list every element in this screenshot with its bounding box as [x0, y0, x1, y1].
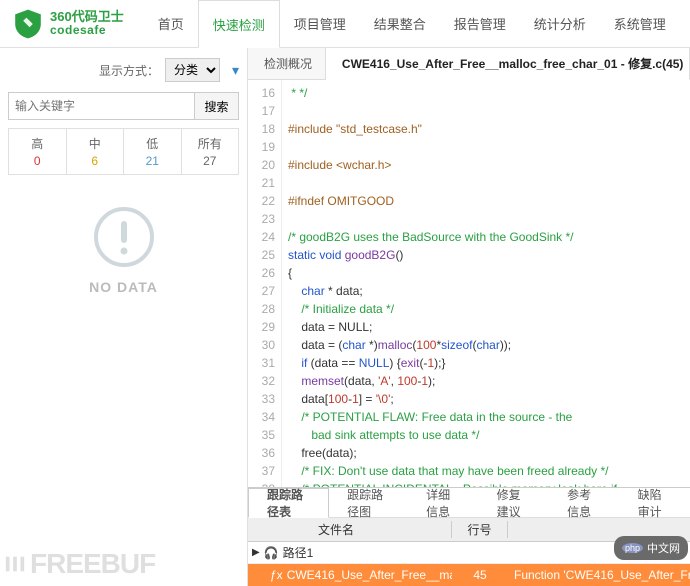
shield-logo-icon: [12, 8, 44, 40]
nav-quick-scan[interactable]: 快速检测: [198, 0, 280, 48]
fx-icon: ƒx: [270, 568, 283, 582]
search-input[interactable]: [8, 92, 195, 120]
no-data-panel: NO DATA: [8, 175, 239, 576]
nav-stats[interactable]: 统计分析: [520, 0, 600, 47]
th-line: 行号: [452, 521, 508, 538]
logo: 360代码卫士 codesafe: [0, 8, 136, 40]
logo-text-en: codesafe: [50, 24, 124, 37]
ltab-trace-graph[interactable]: 跟踪路径图: [329, 488, 408, 517]
stat-high[interactable]: 高0: [9, 129, 67, 174]
no-data-text: NO DATA: [89, 279, 158, 295]
collapse-icon[interactable]: ▶: [252, 547, 260, 558]
tab-overview[interactable]: 检测概况: [248, 48, 326, 79]
editor-tabs: 检测概况 CWE416_Use_After_Free__malloc_free_…: [248, 48, 690, 80]
main-nav: 首页 快速检测 项目管理 结果整合 报告管理 统计分析 系统管理: [144, 0, 680, 47]
tab-file[interactable]: CWE416_Use_After_Free__malloc_free_char_…: [326, 48, 690, 80]
stat-medium[interactable]: 中6: [67, 129, 125, 174]
ltab-trace-table[interactable]: 跟踪路径表: [248, 488, 329, 518]
stat-low[interactable]: 低21: [124, 129, 182, 174]
stat-all[interactable]: 所有27: [182, 129, 239, 174]
trace-file: CWE416_Use_After_Free__malloc_fre...: [287, 568, 452, 582]
display-mode-select[interactable]: 分类: [165, 58, 220, 82]
ltab-fix[interactable]: 修复建议: [479, 488, 549, 517]
path-icon: 🎧: [264, 546, 279, 560]
exclamation-icon: [92, 205, 156, 269]
ltab-ref[interactable]: 参考信息: [549, 488, 619, 517]
content-area: 检测概况 CWE416_Use_After_Free__malloc_free_…: [248, 48, 690, 586]
th-file: 文件名: [248, 521, 452, 538]
trace-func: Function 'CWE416_Use_After_Free__mall: [508, 568, 690, 582]
path-group-row[interactable]: ▶ 🎧 路径1: [248, 542, 690, 564]
severity-stats: 高0 中6 低21 所有27: [8, 128, 239, 175]
lower-tabs: 跟踪路径表 跟踪路径图 详细信息 修复建议 参考信息 缺陷审计: [248, 488, 690, 518]
trace-line: 45: [452, 568, 508, 582]
trace-row-selected[interactable]: ƒx CWE416_Use_After_Free__malloc_fre... 4…: [248, 564, 690, 586]
ltab-details[interactable]: 详细信息: [408, 488, 478, 517]
trace-table-header: 文件名 行号: [248, 518, 690, 542]
app-header: 360代码卫士 codesafe 首页 快速检测 项目管理 结果整合 报告管理 …: [0, 0, 690, 48]
nav-results[interactable]: 结果整合: [360, 0, 440, 47]
display-mode-label: 显示方式：: [99, 62, 159, 79]
nav-home[interactable]: 首页: [144, 0, 198, 47]
nav-system[interactable]: 系统管理: [600, 0, 680, 47]
logo-text-cn: 360代码卫士: [50, 10, 124, 24]
nav-project[interactable]: 项目管理: [280, 0, 360, 47]
search-button[interactable]: 搜索: [195, 92, 239, 120]
filter-icon[interactable]: ▾: [232, 62, 239, 79]
ltab-audit[interactable]: 缺陷审计: [620, 488, 690, 517]
path-label: 路径1: [283, 544, 314, 561]
nav-reports[interactable]: 报告管理: [440, 0, 520, 47]
line-gutter: 1617181920212223242526272829303132333435…: [248, 80, 282, 487]
code-editor[interactable]: 1617181920212223242526272829303132333435…: [248, 80, 690, 487]
lower-panel: 跟踪路径表 跟踪路径图 详细信息 修复建议 参考信息 缺陷审计 文件名 行号 ▶…: [248, 487, 690, 586]
sidebar: 显示方式： 分类 ▾ 搜索 高0 中6 低21 所有27 NO DATA: [0, 48, 248, 586]
code-content[interactable]: * */ #include "std_testcase.h" #include …: [282, 80, 690, 487]
